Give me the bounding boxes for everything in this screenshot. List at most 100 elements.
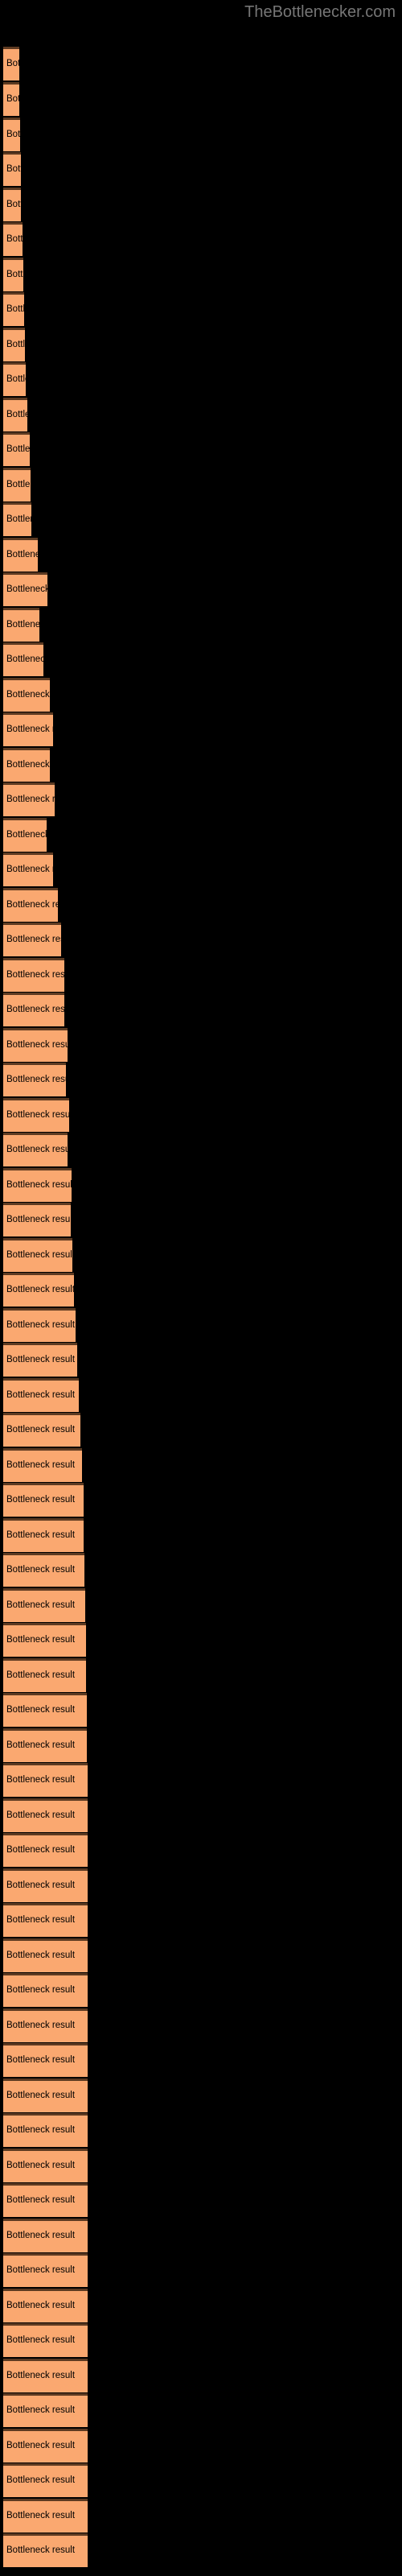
bar-row: Bottleneck result	[0, 1728, 402, 1762]
chart-bar	[3, 2183, 88, 2217]
bar-row: Bottleneck result	[0, 1658, 402, 1692]
chart-bar	[3, 1798, 88, 1832]
chart-bar	[3, 1028, 68, 1062]
chart-bar	[3, 1133, 68, 1166]
bar-row: Bottleneck result	[0, 1833, 402, 1867]
chart-bar	[3, 538, 38, 572]
bar-row: Bottleneck result	[0, 2183, 402, 2217]
bar-row: Bottleneck result	[0, 818, 402, 852]
bar-row: Bottleneck result	[0, 572, 402, 606]
bar-row: Bottleneck result	[0, 1168, 402, 1202]
chart-bar	[3, 1833, 88, 1867]
bar-row: Bottleneck result	[0, 2323, 402, 2357]
bar-row: Bottleneck result	[0, 1938, 402, 1972]
bar-row: Bottleneck result	[0, 2253, 402, 2287]
bar-row: Bottleneck result	[0, 2393, 402, 2427]
chart-bar	[3, 712, 53, 746]
bar-row: Bottleneck result	[0, 642, 402, 676]
chart-bar	[3, 362, 26, 396]
chart-bar	[3, 1693, 87, 1727]
chart-bar	[3, 1623, 86, 1657]
bar-row: Bottleneck result	[0, 1623, 402, 1657]
bar-row: Bottleneck result	[0, 1693, 402, 1727]
bar-row: Bottleneck result	[0, 888, 402, 922]
bar-row: Bottleneck result	[0, 1238, 402, 1272]
chart-bar	[3, 1903, 88, 1937]
chart-bar	[3, 1378, 79, 1412]
bar-row: Bottleneck result	[0, 993, 402, 1026]
bar-row: Bottleneck result	[0, 2079, 402, 2112]
chart-bar	[3, 1938, 88, 1972]
chart-bar	[3, 152, 21, 186]
chart-bar	[3, 852, 53, 886]
bar-row: Bottleneck result	[0, 1448, 402, 1482]
bar-row: Bottleneck result	[0, 748, 402, 782]
chart-bar	[3, 398, 27, 431]
chart-bar	[3, 2113, 88, 2147]
chart-bar	[3, 1518, 84, 1552]
bar-row: Bottleneck result	[0, 1903, 402, 1937]
bottleneck-bar-chart: Bottleneck result Bottleneck result Bottle…	[0, 0, 402, 2576]
bar-row: Bottleneck result	[0, 1378, 402, 1412]
chart-bar	[3, 608, 39, 642]
bar-row: Bottleneck result	[0, 47, 402, 80]
bar-row: Bottleneck result	[0, 152, 402, 186]
chart-bar	[3, 2533, 88, 2567]
chart-bar	[3, 1413, 80, 1447]
chart-bar	[3, 1063, 66, 1096]
bar-row: Bottleneck result	[0, 1798, 402, 1832]
chart-bar	[3, 1483, 84, 1517]
bar-row: Bottleneck result	[0, 1518, 402, 1552]
chart-bar	[3, 1273, 74, 1307]
chart-bar	[3, 923, 61, 956]
bar-row: Bottleneck result	[0, 2008, 402, 2042]
chart-bar	[3, 1203, 71, 1236]
bar-row: Bottleneck result	[0, 1308, 402, 1342]
bar-row: Bottleneck result	[0, 1203, 402, 1236]
chart-bar	[3, 1168, 72, 1202]
bar-row: Bottleneck result	[0, 1868, 402, 1902]
chart-bar	[3, 82, 19, 116]
bar-row: Bottleneck result	[0, 2149, 402, 2182]
chart-bar	[3, 292, 24, 326]
bar-row: Bottleneck result	[0, 852, 402, 886]
chart-bar	[3, 2323, 88, 2357]
chart-bar	[3, 678, 50, 712]
bar-row: Bottleneck result	[0, 432, 402, 466]
bar-row: Bottleneck result	[0, 468, 402, 502]
chart-bar	[3, 1658, 86, 1692]
chart-bar	[3, 468, 31, 502]
chart-bar	[3, 2008, 88, 2042]
chart-bar	[3, 2463, 88, 2497]
chart-bar	[3, 1098, 69, 1132]
bar-row: Bottleneck result	[0, 2463, 402, 2497]
bar-row: Bottleneck result	[0, 782, 402, 816]
bar-row: Bottleneck result	[0, 1973, 402, 2007]
bar-row: Bottleneck result	[0, 222, 402, 256]
bar-row: Bottleneck result	[0, 1483, 402, 1517]
chart-bar	[3, 572, 47, 606]
bar-row: Bottleneck result	[0, 328, 402, 361]
bar-row: Bottleneck result	[0, 1063, 402, 1096]
bar-row: Bottleneck result	[0, 1763, 402, 1797]
bar-row: Bottleneck result	[0, 1028, 402, 1062]
chart-bar	[3, 1448, 82, 1482]
chart-bar	[3, 1728, 87, 1762]
bar-row: Bottleneck result	[0, 1098, 402, 1132]
bar-row: Bottleneck result	[0, 188, 402, 221]
chart-bar	[3, 2429, 88, 2462]
bar-row: Bottleneck result	[0, 678, 402, 712]
chart-bar	[3, 1308, 76, 1342]
chart-bar	[3, 118, 20, 151]
chart-bar	[3, 1868, 88, 1902]
chart-bar	[3, 818, 47, 852]
chart-bar	[3, 748, 50, 782]
bar-row: Bottleneck result	[0, 958, 402, 992]
chart-bar	[3, 222, 23, 256]
chart-bar	[3, 1973, 88, 2007]
bar-row: Bottleneck result	[0, 1343, 402, 1377]
chart-bar	[3, 258, 23, 291]
chart-bar	[3, 2289, 88, 2322]
bar-row: Bottleneck result	[0, 712, 402, 746]
bar-row: Bottleneck result	[0, 2219, 402, 2252]
